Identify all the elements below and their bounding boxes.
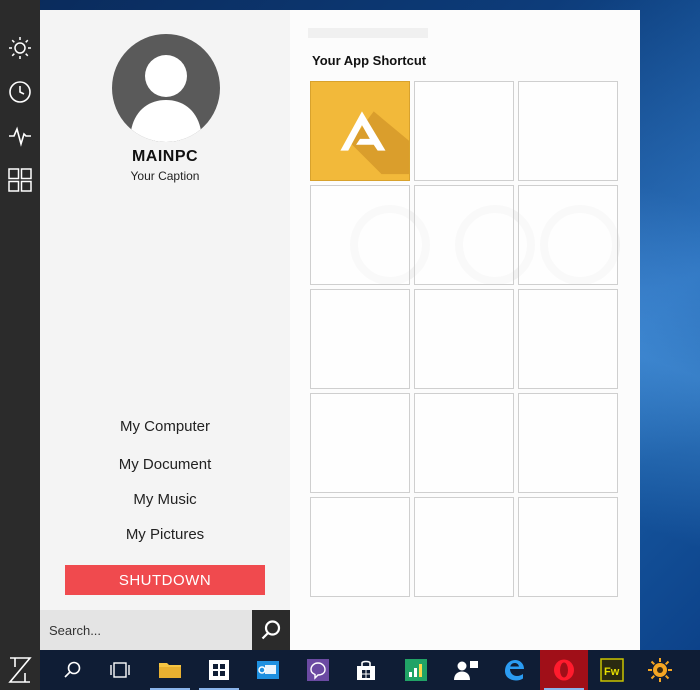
search-input[interactable] <box>40 610 252 650</box>
shortcut-tile[interactable] <box>414 497 514 597</box>
taskbar-task-view[interactable] <box>96 650 144 690</box>
svg-text:Fw: Fw <box>604 666 620 678</box>
taskbar-store[interactable] <box>195 650 243 690</box>
messenger-icon <box>307 659 329 681</box>
shortcut-tile[interactable] <box>310 393 410 493</box>
user-caption: Your Caption <box>130 169 200 183</box>
taskbar-opera[interactable] <box>540 650 588 690</box>
xnview-icon <box>648 658 672 682</box>
outlook-icon <box>257 661 279 679</box>
shortcut-tile[interactable] <box>310 185 410 285</box>
user-name: MAINPC <box>131 148 199 165</box>
aimp-logo-icon <box>340 111 409 175</box>
avatar[interactable] <box>112 34 220 142</box>
taskbar-search[interactable] <box>48 650 96 690</box>
opera-icon <box>554 659 574 681</box>
shortcut-tile[interactable] <box>518 185 618 285</box>
start-button[interactable] <box>0 650 40 690</box>
pulse-icon[interactable] <box>4 120 36 152</box>
shutdown-button[interactable]: SHUTDOWN <box>65 565 265 595</box>
taskbar-xnview[interactable] <box>636 650 684 690</box>
shortcut-title: Your App Shortcut <box>312 53 427 68</box>
shortcut-tile[interactable] <box>414 289 514 389</box>
search-icon <box>64 661 81 678</box>
taskbar-messenger[interactable] <box>294 650 342 690</box>
ghost-widget <box>308 28 428 38</box>
people-icon <box>454 661 478 680</box>
shortcut-tile[interactable] <box>310 497 410 597</box>
excel-icon <box>405 659 427 681</box>
taskbar-people[interactable] <box>442 650 490 690</box>
shortcut-tile[interactable] <box>518 393 618 493</box>
sun-icon[interactable] <box>4 32 36 64</box>
fireworks-icon: Fw <box>600 658 624 682</box>
link-my-document[interactable]: My Document <box>40 456 290 473</box>
magnifier-icon <box>261 620 281 640</box>
side-icon-strip <box>0 0 40 650</box>
shortcut-tile[interactable] <box>518 81 618 181</box>
app-shortcut-tile[interactable] <box>310 81 410 181</box>
link-my-computer[interactable]: My Computer <box>40 418 290 435</box>
taskbar-file-explorer[interactable] <box>146 650 194 690</box>
shortcut-tile[interactable] <box>310 289 410 389</box>
shortcut-tile[interactable] <box>414 185 514 285</box>
search-button[interactable] <box>252 610 290 650</box>
clock-icon[interactable] <box>4 76 36 108</box>
taskbar-excel[interactable] <box>392 650 440 690</box>
shortcut-tile[interactable] <box>414 81 514 181</box>
task-view-icon <box>110 662 130 678</box>
edge-icon <box>505 660 524 681</box>
link-my-music[interactable]: My Music <box>40 491 290 508</box>
grid-icon[interactable] <box>4 164 36 196</box>
start-z-icon <box>8 657 32 683</box>
taskbar-outlook[interactable] <box>244 650 292 690</box>
shortcut-tile[interactable] <box>518 289 618 389</box>
shortcut-tile[interactable] <box>518 497 618 597</box>
shortcut-panel: Your App Shortcut <box>290 10 640 650</box>
file-explorer-icon <box>159 663 181 678</box>
taskbar: Fw <box>0 650 700 690</box>
user-panel: MAINPC Your Caption My Computer My Docum… <box>40 10 290 610</box>
taskbar-edge[interactable] <box>490 650 538 690</box>
taskbar-fireworks[interactable]: Fw <box>588 650 636 690</box>
store-bag-icon <box>357 660 375 680</box>
shortcut-tile[interactable] <box>414 393 514 493</box>
taskbar-store-bag[interactable] <box>342 650 390 690</box>
user-silhouette-icon <box>130 55 202 142</box>
link-my-pictures[interactable]: My Pictures <box>40 526 290 543</box>
store-icon <box>209 660 229 680</box>
